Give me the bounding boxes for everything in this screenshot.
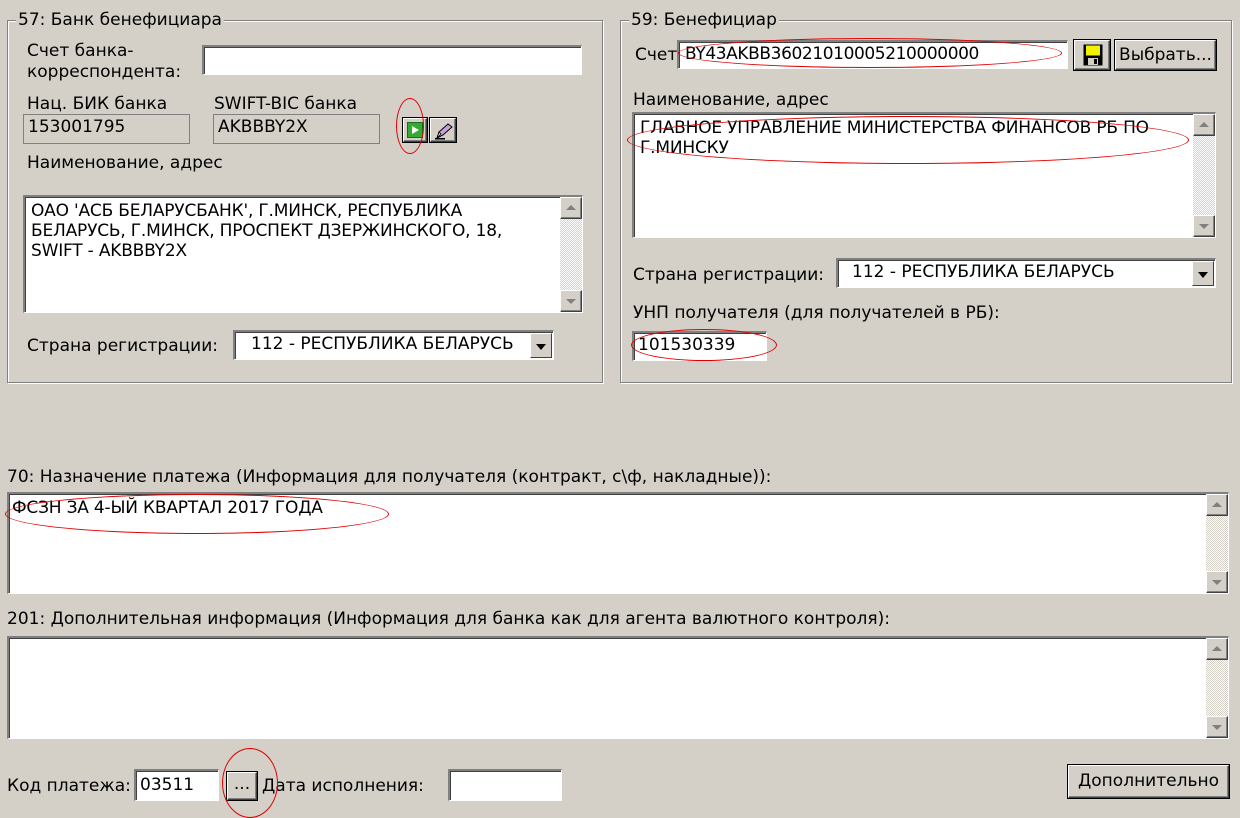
additional-info-scrollbar[interactable] [1206,638,1228,738]
swift-label: SWIFT-BIC банка [214,94,358,114]
play-icon [407,122,423,138]
beneficiary-title: 59: Бенефициар [629,9,779,31]
account-label: Счет: [635,45,684,65]
account-input[interactable]: BY43AKBB36021010005210000000 [677,40,1068,69]
corr-account-input[interactable] [202,45,582,75]
more-button[interactable]: Дополнительно [1068,765,1229,798]
select-button[interactable]: Выбрать... [1115,40,1216,70]
bank-name-label: Наименование, адрес [27,153,223,173]
scroll-up-button[interactable] [560,197,582,219]
scroll-down-button[interactable] [560,290,582,312]
pencil-icon [434,121,454,149]
bank-name-text: ОАО 'АСБ БЕЛАРУСБАНК', Г.МИНСК, РЕСПУБЛИ… [31,201,503,261]
bank-beneficiary-title: 57: Банк бенефициара [16,9,224,31]
bik-field[interactable]: 153001795 [23,114,190,144]
edit-button[interactable] [430,118,456,142]
unp-label: УНП получателя (для получателей в РБ): [633,303,1000,323]
beneficiary-name-text: ГЛАВНОЕ УПРАВЛЕНИЕ МИНИСТЕРСТВА ФИНАНСОВ… [640,118,1149,158]
exec-date-input[interactable] [448,769,562,801]
scroll-down-button[interactable] [1193,215,1215,237]
bank-country-label: Страна регистрации: [27,336,219,356]
purpose-label: 70: Назначение платежа (Информация для п… [7,467,772,487]
scroll-down-button[interactable] [1206,571,1228,593]
floppy-disk-icon [1083,44,1103,75]
beneficiary-country-select[interactable]: 112 - РЕСПУБЛИКА БЕЛАРУСЬ [836,258,1216,288]
scroll-up-button[interactable] [1193,114,1215,136]
purpose-textarea[interactable]: ФСЗН ЗА 4-ЫЙ КВАРТАЛ 2017 ГОДА [7,492,1229,594]
beneficiary-name-label: Наименование, адрес [633,90,829,110]
purpose-text: ФСЗН ЗА 4-ЫЙ КВАРТАЛ 2017 ГОДА [12,498,323,518]
browse-payment-code-button[interactable]: ... [227,772,257,800]
additional-info-textarea[interactable] [7,636,1229,739]
chevron-down-icon[interactable] [530,333,552,358]
bank-country-value: 112 - РЕСПУБЛИКА БЕЛАРУСЬ [251,334,514,354]
chevron-down-icon[interactable] [1192,261,1214,286]
unp-input[interactable]: 101530339 [632,331,767,361]
scroll-up-button[interactable] [1206,494,1228,516]
go-button[interactable] [403,118,427,142]
scroll-up-button[interactable] [1206,638,1228,660]
scroll-down-button[interactable] [1206,716,1228,738]
swift-field[interactable]: AKBBBY2X [213,114,380,144]
payment-code-input[interactable]: 03511 [134,769,219,801]
purpose-scrollbar[interactable] [1206,494,1228,593]
exec-date-label: Дата исполнения: [262,776,424,796]
beneficiary-name-textarea[interactable]: ГЛАВНОЕ УПРАВЛЕНИЕ МИНИСТЕРСТВА ФИНАНСОВ… [632,112,1216,238]
bank-country-select[interactable]: 112 - РЕСПУБЛИКА БЕЛАРУСЬ [233,330,554,360]
bank-name-textarea[interactable]: ОАО 'АСБ БЕЛАРУСБАНК', Г.МИНСК, РЕСПУБЛИ… [23,195,583,313]
save-button[interactable] [1074,40,1110,70]
bank-name-scrollbar[interactable] [560,197,582,312]
beneficiary-country-value: 112 - РЕСПУБЛИКА БЕЛАРУСЬ [852,262,1115,282]
payment-code-label: Код платежа: [7,776,131,796]
beneficiary-name-scrollbar[interactable] [1193,114,1215,237]
corr-account-label: Счет банка- корреспондента: [27,41,182,82]
additional-info-label: 201: Дополнительная информация (Информац… [7,609,890,629]
bik-label: Нац. БИК банка [27,94,168,114]
beneficiary-country-label: Страна регистрации: [633,265,825,285]
